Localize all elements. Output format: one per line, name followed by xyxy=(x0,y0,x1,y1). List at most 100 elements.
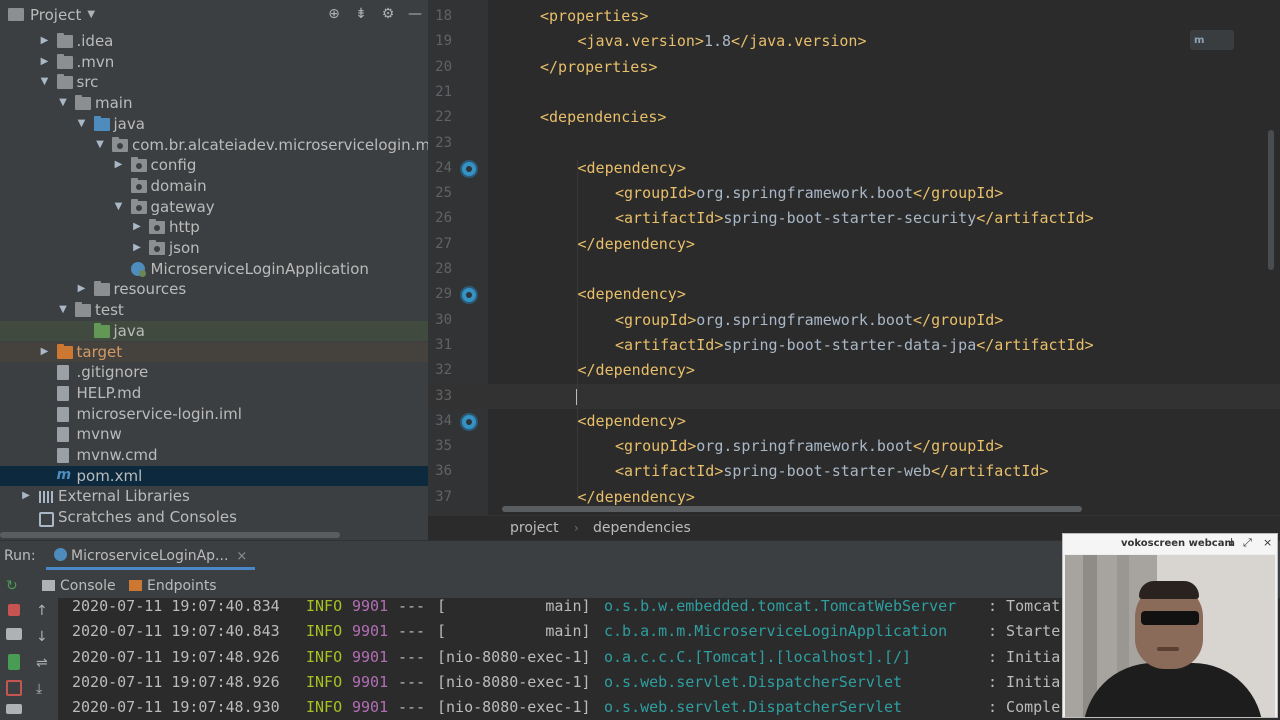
code-line[interactable]: 19 <java.version>1.8</java.version> xyxy=(428,29,1280,54)
collapse-arrow-icon[interactable]: ▼ xyxy=(76,114,88,135)
rerun-icon[interactable]: ↻ xyxy=(6,578,22,594)
expand-arrow-icon[interactable]: ▶ xyxy=(131,238,143,259)
tree-item[interactable]: ▼ gateway xyxy=(0,197,428,218)
tab-console[interactable]: Console xyxy=(42,578,116,594)
tab-endpoints[interactable]: Endpoints xyxy=(129,578,217,594)
horizontal-scrollbar[interactable] xyxy=(502,506,1082,512)
breadcrumb-item-project[interactable]: project xyxy=(510,520,559,536)
tree-item[interactable]: mvnw xyxy=(0,424,428,445)
collapse-arrow-icon[interactable]: ▼ xyxy=(57,93,69,114)
code-line[interactable]: 24 <dependency> xyxy=(428,156,1280,181)
code-line[interactable]: 26 <artifactId>spring-boot-starter-securi… xyxy=(428,206,1280,231)
pin-icon[interactable] xyxy=(6,704,22,714)
xml-tag: <dependencies> xyxy=(540,108,667,127)
arrow-down-icon[interactable]: ↓ xyxy=(36,629,52,645)
tree-item[interactable]: microservice-login.iml xyxy=(0,404,428,425)
exit-icon[interactable] xyxy=(6,680,22,696)
tree-item[interactable]: domain xyxy=(0,176,428,197)
code-line[interactable]: 36 <artifactId>spring-boot-starter-web</a… xyxy=(428,459,1280,484)
code-line[interactable]: 31 <artifactId>spring-boot-starter-data-j… xyxy=(428,333,1280,358)
collapse-arrow-icon[interactable]: ▼ xyxy=(113,197,125,218)
code-line[interactable]: 30 <groupId>org.springframework.boot</gro… xyxy=(428,308,1280,333)
tree-item[interactable]: ▶ .idea xyxy=(0,31,428,52)
code-line[interactable]: 29 <dependency> xyxy=(428,282,1280,307)
code-line[interactable]: 33 xyxy=(428,383,1280,409)
tree-item[interactable]: ▶ target xyxy=(0,341,428,363)
tree-item[interactable]: ▼ com.br.alcateiadev.microservicelogin.mi… xyxy=(0,135,428,156)
close-icon[interactable]: × xyxy=(236,549,247,564)
expand-arrow-icon[interactable]: ▶ xyxy=(39,52,51,73)
code-line[interactable]: 25 <groupId>org.springframework.boot</gro… xyxy=(428,181,1280,206)
hide-panel-icon[interactable]: — xyxy=(406,5,424,23)
scratches-icon xyxy=(38,511,54,528)
code-line[interactable]: 20 </properties> xyxy=(428,55,1280,80)
console-toolbar: ↑ ↓ ⇌ ⤓ xyxy=(30,599,58,720)
tree-item[interactable]: Scratches and Consoles xyxy=(0,507,428,528)
tree-item[interactable]: .gitignore xyxy=(0,362,428,383)
minimize-icon[interactable]: ↓ xyxy=(1227,536,1236,549)
collapse-arrow-icon[interactable]: ▼ xyxy=(57,300,69,321)
tree-item[interactable]: ▶ config xyxy=(0,155,428,176)
collapse-arrow-icon[interactable]: ▼ xyxy=(94,135,106,156)
code-line[interactable]: 22 <dependencies> xyxy=(428,105,1280,130)
breadcrumb-item-dependencies[interactable]: dependencies xyxy=(593,520,691,536)
run-tab-label: MicroserviceLoginAp... xyxy=(71,548,229,564)
webcam-titlebar[interactable]: vokoscreen webcam ↓ ⤢ × xyxy=(1063,534,1277,554)
code-line[interactable]: 18 <properties> xyxy=(428,4,1280,29)
tree-item[interactable]: ▼ src xyxy=(0,72,428,93)
tree-item[interactable]: java xyxy=(0,320,428,342)
code-line[interactable]: 28 xyxy=(428,257,1280,282)
expand-arrow-icon[interactable]: ▶ xyxy=(76,279,88,300)
expand-arrow-icon[interactable]: ▶ xyxy=(113,155,125,176)
expand-arrow-icon[interactable]: ▶ xyxy=(39,342,51,363)
tree-item[interactable]: ▶ resources xyxy=(0,279,428,300)
code-line[interactable]: 27 </dependency> xyxy=(428,232,1280,257)
tree-item[interactable]: MicroserviceLoginApplication xyxy=(0,259,428,280)
code-line[interactable]: 23 xyxy=(428,131,1280,156)
xml-tag: <properties> xyxy=(540,7,649,25)
soft-wrap-icon[interactable]: ⇌ xyxy=(36,655,52,671)
horizontal-scrollbar[interactable] xyxy=(0,532,340,538)
tree-item[interactable]: ▶ json xyxy=(0,238,428,259)
tree-item[interactable]: ▶ http xyxy=(0,217,428,238)
maven-dependency-icon[interactable] xyxy=(460,159,478,178)
project-view-selector[interactable]: Project xyxy=(30,6,81,24)
code-line[interactable]: 34 <dependency> xyxy=(428,409,1280,434)
source-folder-icon xyxy=(93,115,110,131)
tree-item[interactable]: ▶ External Libraries xyxy=(0,486,428,507)
tree-item[interactable]: ▼ test xyxy=(0,300,428,321)
tree-item-label: HELP.md xyxy=(76,383,142,402)
scroll-to-end-icon[interactable]: ⤓ xyxy=(36,681,52,697)
maven-dependency-icon[interactable] xyxy=(460,412,478,431)
expand-arrow-icon[interactable]: ▶ xyxy=(131,217,143,238)
tree-item[interactable]: HELP.md xyxy=(0,383,428,404)
collapse-all-icon[interactable]: ⇟ xyxy=(352,5,370,23)
webcam-window[interactable]: vokoscreen webcam ↓ ⤢ × xyxy=(1062,533,1278,718)
close-icon[interactable]: × xyxy=(1263,536,1272,549)
tree-item[interactable]: m pom.xml xyxy=(0,465,428,487)
code-line[interactable]: 35 <groupId>org.springframework.boot</gro… xyxy=(428,434,1280,459)
maven-dependency-icon[interactable] xyxy=(460,286,478,305)
code-line[interactable]: 21 xyxy=(428,80,1280,105)
arrow-up-icon[interactable]: ↑ xyxy=(36,603,52,619)
tree-item[interactable]: ▶ .mvn xyxy=(0,52,428,73)
tree-item[interactable]: mvnw.cmd xyxy=(0,445,428,466)
locate-file-icon[interactable]: ⊕ xyxy=(325,5,343,23)
tree-item[interactable]: ▼ main xyxy=(0,93,428,114)
stop-icon[interactable] xyxy=(8,604,20,616)
gear-icon[interactable]: ⚙ xyxy=(379,5,397,23)
tree-item[interactable]: ▼ java xyxy=(0,114,428,135)
camera-icon[interactable] xyxy=(6,628,22,640)
vertical-scrollbar[interactable] xyxy=(1268,130,1274,270)
run-config-tab[interactable]: MicroserviceLoginAp... × xyxy=(46,544,256,570)
chevron-down-icon[interactable]: ▼ xyxy=(87,9,95,20)
code-line[interactable]: 32 </dependency> xyxy=(428,358,1280,383)
debug-bug-icon[interactable] xyxy=(8,654,20,670)
run-left-toolbar: ↻ xyxy=(0,572,28,720)
collapse-arrow-icon[interactable]: ▼ xyxy=(39,72,51,93)
maven-reload-badge[interactable]: m xyxy=(1190,30,1234,50)
expand-arrow-icon[interactable]: ▶ xyxy=(39,31,51,52)
code-editor[interactable]: 18 <properties> 19 <java.version>1.8</java.… xyxy=(428,0,1280,540)
expand-arrow-icon[interactable]: ▶ xyxy=(20,486,32,507)
fullscreen-icon[interactable]: ⤢ xyxy=(1243,536,1252,550)
